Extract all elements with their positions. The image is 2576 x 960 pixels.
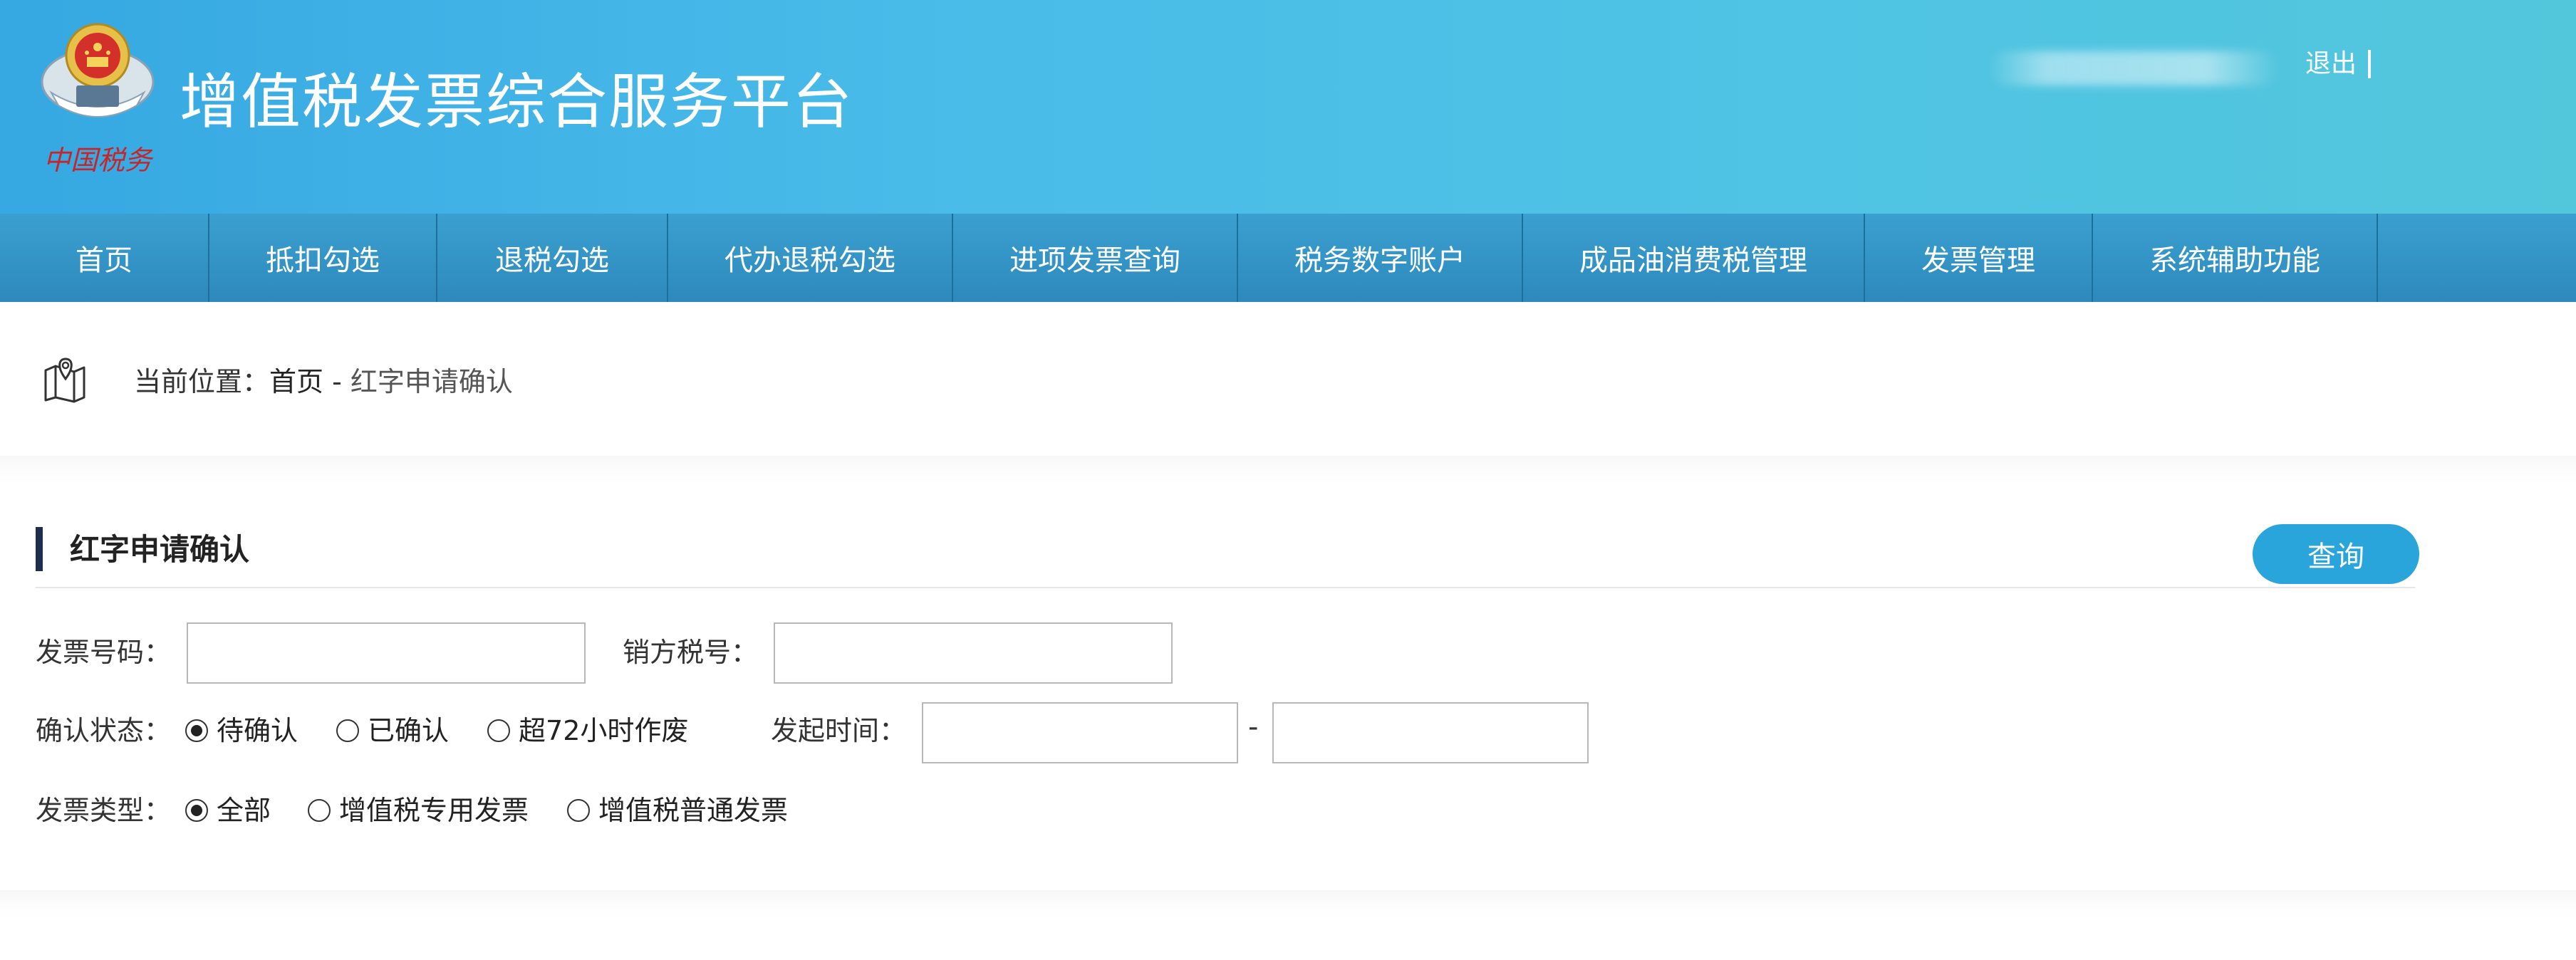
invoice-number-input[interactable] (187, 622, 586, 684)
confirm-status-label: 确认状态： (36, 715, 172, 746)
username-blurred (1988, 51, 2280, 85)
invoice-type-radio-group: 全部 增值税专用发票 增值税普通发票 (185, 791, 788, 830)
nav-item-oil-consumption-tax[interactable]: 成品油消费税管理 (1523, 214, 1865, 302)
radio-circle (487, 719, 511, 742)
invoice-type-label: 发票类型： (36, 795, 172, 826)
date-range-separator: - (1248, 711, 1259, 744)
breadcrumb-prefix: 当前位置： (134, 366, 270, 397)
confirm-status-expired-label: 超72小时作废 (519, 715, 689, 746)
invoice-type-ordinary-label: 增值税普通发票 (598, 795, 789, 826)
radio-dot (191, 725, 202, 736)
logout-link[interactable]: 退出 (2305, 47, 2357, 81)
confirm-status-pending-label: 待确认 (217, 715, 298, 746)
radio-circle (336, 719, 360, 742)
confirm-status-pending-radio[interactable]: 待确认 (185, 711, 298, 751)
start-time-to-input[interactable] (1272, 702, 1589, 763)
invoice-type-all-label: 全部 (217, 795, 271, 826)
radio-circle-checked (185, 719, 208, 742)
confirm-status-expired-radio[interactable]: 超72小时作废 (487, 711, 688, 751)
nav-item-deduction-select[interactable]: 抵扣勾选 (209, 214, 437, 302)
invoice-type-special-radio[interactable]: 增值税专用发票 (308, 791, 529, 830)
nav-item-system-tools[interactable]: 系统辅助功能 (2093, 214, 2378, 302)
section-title: 红字申请确认 (70, 532, 250, 567)
query-button[interactable]: 查询 (2253, 524, 2419, 584)
nav-filler (2378, 214, 2576, 302)
radio-circle (567, 799, 591, 822)
tax-emblem-icon: 中国税务 (41, 23, 155, 176)
invoice-type-ordinary-radio[interactable]: 增值税普通发票 (567, 791, 788, 830)
nav-item-tax-digital-account[interactable]: 税务数字账户 (1238, 214, 1523, 302)
nav-item-agent-refund-select[interactable]: 代办退税勾选 (668, 214, 953, 302)
header-banner: 中国税务 增值税发票综合服务平台 退出 (0, 0, 2576, 214)
nav-item-refund-select[interactable]: 退税勾选 (437, 214, 668, 302)
section-underline (36, 587, 2415, 588)
confirm-status-confirmed-label: 已确认 (368, 715, 450, 746)
breadcrumb: 当前位置：首页 - 红字申请确认 (134, 362, 513, 402)
section-accent-bar (36, 527, 43, 571)
emblem-caption: 中国税务 (43, 145, 154, 176)
radio-dot (191, 805, 202, 816)
seller-tax-id-label: 销方税号： (623, 637, 759, 668)
start-time-from-input[interactable] (922, 702, 1238, 763)
radio-circle-checked (185, 799, 208, 822)
nav-item-invoice-management[interactable]: 发票管理 (1865, 214, 2093, 302)
seller-tax-id-input[interactable] (774, 622, 1173, 684)
radio-circle (308, 799, 331, 822)
site-title: 增值税发票综合服务平台 (180, 67, 854, 137)
map-location-icon (44, 358, 85, 403)
confirm-status-confirmed-radio[interactable]: 已确认 (336, 711, 449, 751)
start-time-label: 发起时间： (771, 715, 907, 746)
invoice-number-label: 发票号码： (36, 637, 172, 668)
nav-item-input-invoice-query[interactable]: 进项发票查询 (953, 214, 1238, 302)
nav-item-home[interactable]: 首页 (0, 214, 209, 302)
invoice-type-special-label: 增值税专用发票 (339, 795, 529, 826)
breadcrumb-current: 红字申请确认 (350, 366, 513, 397)
header-divider (2368, 50, 2371, 78)
breadcrumb-separator: - (323, 366, 350, 397)
section-divider-band (0, 456, 2576, 484)
bottom-divider-band (0, 890, 2576, 919)
breadcrumb-home-link[interactable]: 首页 (269, 366, 323, 397)
confirm-status-radio-group: 待确认 已确认 超72小时作废 (185, 711, 688, 751)
main-nav: 首页 抵扣勾选 退税勾选 代办退税勾选 进项发票查询 税务数字账户 成品油消费税… (0, 214, 2576, 302)
invoice-type-all-radio[interactable]: 全部 (185, 791, 271, 830)
